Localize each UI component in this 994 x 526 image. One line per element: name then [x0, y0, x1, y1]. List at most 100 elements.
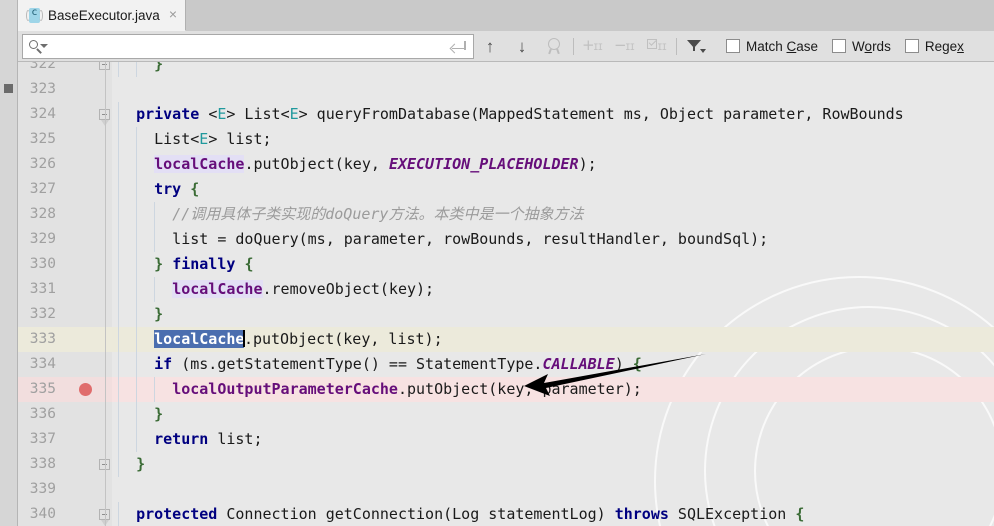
- select-all-occurrences-button[interactable]: [538, 31, 570, 62]
- code-line[interactable]: 335 localOutputParameterCache.putObject(…: [18, 377, 994, 402]
- code-text[interactable]: [112, 77, 994, 102]
- line-number: 337: [18, 427, 65, 452]
- line-number: 335: [18, 377, 65, 402]
- code-text[interactable]: } finally {: [112, 252, 994, 277]
- gutter-markers[interactable]: [65, 377, 112, 402]
- token-plain: List: [118, 130, 191, 148]
- gutter-markers[interactable]: [65, 252, 112, 277]
- code-line[interactable]: 327 try {: [18, 177, 994, 202]
- gutter-markers[interactable]: [65, 302, 112, 327]
- code-line[interactable]: 326 localCache.putObject(key, EXECUTION_…: [18, 152, 994, 177]
- code-text[interactable]: }: [112, 402, 994, 427]
- token-sel: localCache: [154, 330, 245, 348]
- code-text[interactable]: }: [112, 62, 994, 77]
- code-line[interactable]: 323: [18, 77, 994, 102]
- code-line[interactable]: 333 localCache.putObject(key, list);: [18, 327, 994, 352]
- code-line[interactable]: 322 }: [18, 62, 994, 77]
- select-all-button[interactable]: II: [641, 31, 673, 62]
- code-text[interactable]: }: [112, 452, 994, 477]
- token-plain: ): [614, 355, 633, 373]
- code-line[interactable]: 334 if (ms.getStatementType() == Stateme…: [18, 352, 994, 377]
- gutter-markers[interactable]: [65, 227, 112, 252]
- find-previous-button[interactable]: ↑: [474, 31, 506, 62]
- code-line[interactable]: 338 }: [18, 452, 994, 477]
- code-line[interactable]: 328 //调用具体子类实现的doQuery方法。本类中是一个抽象方法: [18, 202, 994, 227]
- gutter-markers[interactable]: [65, 502, 112, 526]
- code-text[interactable]: [112, 477, 994, 502]
- search-icon[interactable]: [23, 35, 49, 58]
- gutter-markers[interactable]: [65, 152, 112, 177]
- code-text[interactable]: localCache.putObject(key, EXECUTION_PLAC…: [112, 152, 994, 177]
- structure-icon[interactable]: [4, 84, 13, 93]
- code-line[interactable]: 329 list = doQuery(ms, parameter, rowBou…: [18, 227, 994, 252]
- checkbox-box[interactable]: [832, 39, 847, 53]
- code-text[interactable]: if (ms.getStatementType() == StatementTy…: [112, 352, 994, 377]
- code-text[interactable]: }: [112, 302, 994, 327]
- code-line[interactable]: 331 localCache.removeObject(key);: [18, 277, 994, 302]
- select-all-icon: II: [646, 37, 668, 55]
- match-case-checkbox[interactable]: Match Case: [726, 39, 818, 54]
- gutter-markers[interactable]: [65, 77, 112, 102]
- remove-occurrence-button[interactable]: − II: [609, 31, 641, 62]
- code-text[interactable]: //调用具体子类实现的doQuery方法。本类中是一个抽象方法: [112, 202, 994, 227]
- search-input[interactable]: [49, 35, 447, 57]
- close-icon[interactable]: ×: [166, 7, 178, 23]
- gutter-markers[interactable]: [65, 102, 112, 127]
- code-text[interactable]: protected Connection getConnection(Log s…: [112, 502, 994, 526]
- code-line[interactable]: 339: [18, 477, 994, 502]
- code-text[interactable]: localCache.removeObject(key);: [112, 277, 994, 302]
- code-line[interactable]: 324 private <E> List<E> queryFromDatabas…: [18, 102, 994, 127]
- add-occurrence-button[interactable]: + II: [577, 31, 609, 62]
- search-field-wrapper[interactable]: [22, 33, 474, 59]
- indent-guide: [136, 277, 138, 302]
- gutter-markers[interactable]: [65, 427, 112, 452]
- indent-guide: [118, 152, 119, 177]
- code-line[interactable]: 332 }: [18, 302, 994, 327]
- gutter-markers[interactable]: [65, 177, 112, 202]
- indent-guide: [118, 302, 119, 327]
- code-text[interactable]: list = doQuery(ms, parameter, rowBounds,…: [112, 227, 994, 252]
- arrow-up-icon: ↑: [485, 36, 495, 56]
- code-text[interactable]: return list;: [112, 427, 994, 452]
- checkbox-box[interactable]: [904, 39, 919, 53]
- line-number: 322: [18, 62, 65, 77]
- token-plain: list;: [208, 430, 263, 448]
- line-number: 327: [18, 177, 65, 202]
- code-line[interactable]: 340 protected Connection getConnection(L…: [18, 502, 994, 526]
- editor-tab-baseexecutor[interactable]: BaseExecutor.java ×: [18, 0, 187, 31]
- words-checkbox[interactable]: Words: [832, 39, 891, 54]
- sidebar-item-project[interactable]: Project: [0, 14, 31, 32]
- code-line[interactable]: 330 } finally {: [18, 252, 994, 277]
- code-text[interactable]: localOutputParameterCache.putObject(key,…: [112, 377, 994, 402]
- gutter-markers[interactable]: [65, 127, 112, 152]
- code-text[interactable]: private <E> List<E> queryFromDatabase(Ma…: [112, 102, 994, 127]
- token-brace-g: {: [190, 180, 200, 198]
- code-text[interactable]: List<E> list;: [112, 127, 994, 152]
- gutter-markers[interactable]: [65, 277, 112, 302]
- find-next-button[interactable]: ↓: [506, 31, 538, 62]
- token-brace-g: }: [154, 255, 164, 273]
- code-text[interactable]: localCache.putObject(key, list);: [112, 327, 994, 352]
- gutter-markers[interactable]: [65, 202, 112, 227]
- filter-button[interactable]: [680, 31, 712, 62]
- code-text[interactable]: try {: [112, 177, 994, 202]
- gutter-markers[interactable]: [65, 477, 112, 502]
- gutter-markers[interactable]: [65, 62, 112, 77]
- code-line[interactable]: 336 }: [18, 402, 994, 427]
- indent-guide: [118, 327, 119, 352]
- code-editor[interactable]: 322 } 323 324 private <E> List<E> queryFro…: [18, 62, 994, 526]
- breakpoint-icon[interactable]: [79, 383, 92, 396]
- code-line[interactable]: 325 List<E> list;: [18, 127, 994, 152]
- checkbox-box[interactable]: [726, 39, 740, 53]
- remove-occurrence-icon: − II: [614, 36, 635, 54]
- gutter-markers[interactable]: [65, 402, 112, 427]
- code-line[interactable]: 337 return list;: [18, 427, 994, 452]
- regex-checkbox[interactable]: Regex: [904, 39, 964, 54]
- gutter-markers[interactable]: [65, 352, 112, 377]
- gutter-markers[interactable]: [65, 452, 112, 477]
- gutter-markers[interactable]: [65, 327, 112, 352]
